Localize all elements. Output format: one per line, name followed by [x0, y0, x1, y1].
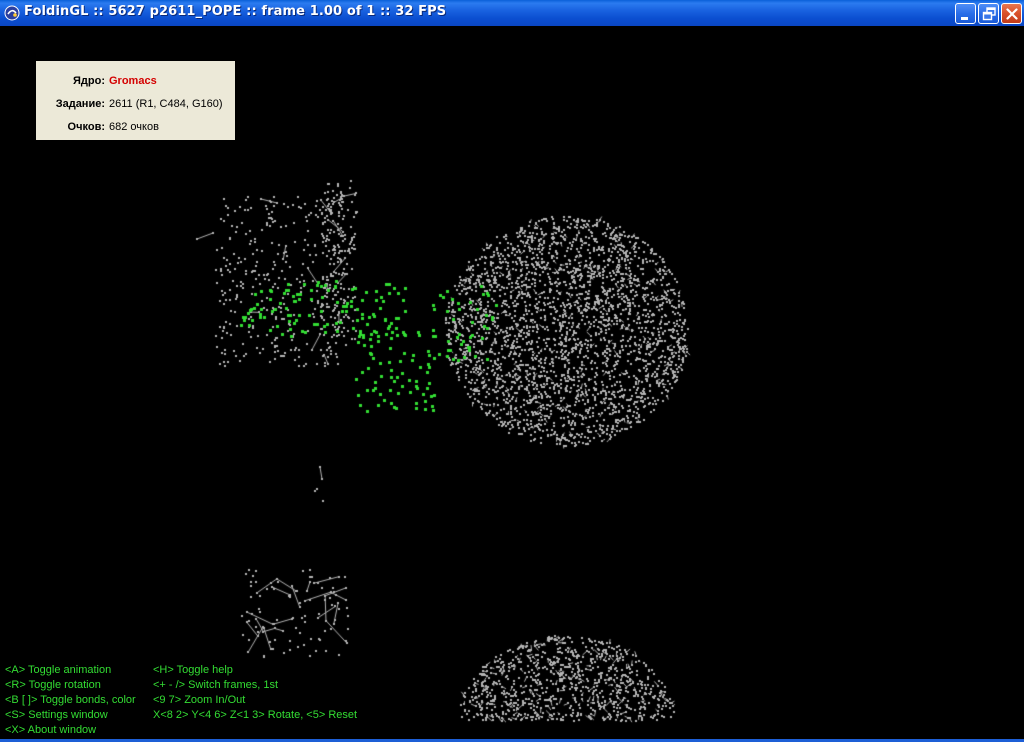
minimize-button[interactable] — [955, 3, 976, 24]
window-title: FoldinGL :: 5627 p2611_POPE :: frame 1.0… — [24, 4, 447, 19]
core-row: Ядро: Gromacs — [36, 74, 235, 88]
help-line: <S> Settings window — [5, 709, 108, 721]
foldinggl-window: FoldinGL :: 5627 p2611_POPE :: frame 1.0… — [0, 0, 1024, 742]
help-line: <A> Toggle animation — [5, 664, 112, 676]
core-label: Ядро: — [73, 75, 105, 87]
restore-icon — [982, 7, 996, 21]
help-line: <H> Toggle help — [153, 664, 233, 676]
help-line: <R> Toggle rotation — [5, 679, 101, 691]
foldinggl-app-icon — [4, 5, 20, 21]
close-button[interactable] — [1001, 3, 1022, 24]
help-line: <9 7> Zoom In/Out — [153, 694, 246, 706]
minimize-icon — [961, 17, 968, 20]
help-left-column: <A> Toggle animation <R> Toggle rotation… — [5, 663, 136, 738]
core-value: Gromacs — [109, 75, 157, 87]
help-line: <X> About window — [5, 724, 97, 736]
help-line: <B [ ]> Toggle bonds, color — [5, 694, 136, 706]
close-icon — [1006, 8, 1018, 20]
points-value: 682 очков — [109, 121, 159, 133]
points-row: Очков: 682 очков — [36, 120, 235, 134]
work-unit-info-panel: Ядро: Gromacs Задание: 2611 (R1, C484, G… — [36, 61, 235, 140]
help-right-column: <H> Toggle help <+ - /> Switch frames, 1… — [153, 663, 357, 723]
task-label: Задание: — [55, 98, 105, 110]
help-line: <+ - /> Switch frames, 1st — [153, 679, 279, 691]
task-value: 2611 (R1, C484, G160) — [109, 98, 223, 110]
task-row: Задание: 2611 (R1, C484, G160) — [36, 97, 235, 111]
points-label: Очков: — [67, 121, 105, 133]
restore-button[interactable] — [978, 3, 999, 24]
help-line: X<8 2> Y<4 6> Z<1 3> Rotate, <5> Reset — [153, 709, 358, 721]
title-bar[interactable]: FoldinGL :: 5627 p2611_POPE :: frame 1.0… — [0, 0, 1024, 26]
